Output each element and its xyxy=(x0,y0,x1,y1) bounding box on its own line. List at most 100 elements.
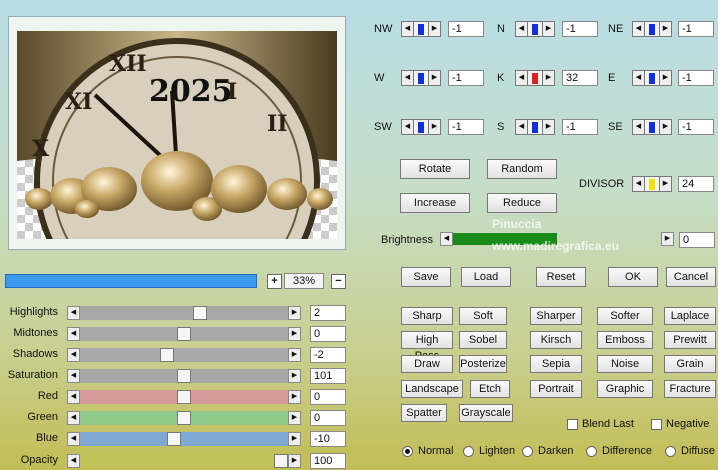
increment-arrow[interactable]: ▶ xyxy=(428,70,441,86)
slider-value-5[interactable]: 0 xyxy=(310,410,346,426)
preset-emboss-button[interactable]: Emboss xyxy=(597,331,653,349)
preset-noise-button[interactable]: Noise xyxy=(597,355,653,373)
slider-track-0[interactable]: ◀ ▶ xyxy=(67,306,301,320)
slider-thumb[interactable] xyxy=(177,411,191,425)
preset-sepia-button[interactable]: Sepia xyxy=(530,355,582,373)
slider-value-7[interactable]: 100 xyxy=(310,453,346,469)
matrix-value-k[interactable]: 32 xyxy=(562,70,598,86)
mode-lighten-radio[interactable] xyxy=(463,446,474,457)
slider-value-6[interactable]: -10 xyxy=(310,431,346,447)
slider-left-arrow[interactable]: ◀ xyxy=(67,327,80,341)
increment-arrow[interactable]: ▶ xyxy=(659,119,672,135)
slider-value-2[interactable]: -2 xyxy=(310,347,346,363)
decrement-arrow[interactable]: ◀ xyxy=(401,21,414,37)
slider-value-4[interactable]: 0 xyxy=(310,389,346,405)
slider-value-0[interactable]: 2 xyxy=(310,305,346,321)
slider-left-arrow[interactable]: ◀ xyxy=(67,454,80,468)
matrix-value-s[interactable]: -1 xyxy=(562,119,598,135)
increment-arrow[interactable]: ▶ xyxy=(542,70,555,86)
slider-value-1[interactable]: 0 xyxy=(310,326,346,342)
slider-right-arrow[interactable]: ▶ xyxy=(288,369,301,383)
increment-arrow[interactable]: ▶ xyxy=(428,119,441,135)
slider-left-arrow[interactable]: ◀ xyxy=(67,432,80,446)
brightness-value[interactable]: 0 xyxy=(679,232,715,248)
divisor-increment-arrow[interactable]: ▶ xyxy=(659,176,672,192)
matrix-spinner-n[interactable]: ◀ ▶ xyxy=(515,21,555,37)
preview-image[interactable]: XI XII I II X 2025 xyxy=(17,31,337,239)
decrement-arrow[interactable]: ◀ xyxy=(401,119,414,135)
slider-thumb[interactable] xyxy=(177,369,191,383)
preset-grayscale-button[interactable]: Grayscale xyxy=(459,404,513,422)
slider-thumb[interactable] xyxy=(177,390,191,404)
preset-soft-button[interactable]: Soft xyxy=(459,307,507,325)
slider-left-arrow[interactable]: ◀ xyxy=(67,348,80,362)
slider-left-arrow[interactable]: ◀ xyxy=(67,390,80,404)
divisor-spinner[interactable]: ◀ ▶ xyxy=(632,176,672,192)
matrix-spinner-se[interactable]: ◀ ▶ xyxy=(632,119,672,135)
slider-track-4[interactable]: ◀ ▶ xyxy=(67,390,301,404)
preset-etch-button[interactable]: Etch xyxy=(470,380,510,398)
brightness-right-arrow[interactable]: ▶ xyxy=(661,232,674,246)
preset-spatter-button[interactable]: Spatter xyxy=(401,404,447,422)
zoom-in-button[interactable]: + xyxy=(267,274,282,289)
slider-thumb[interactable] xyxy=(177,327,191,341)
preset-softer-button[interactable]: Softer xyxy=(597,307,653,325)
save-button[interactable]: Save xyxy=(401,267,451,287)
slider-value-3[interactable]: 101 xyxy=(310,368,346,384)
slider-left-arrow[interactable]: ◀ xyxy=(67,306,80,320)
matrix-spinner-k[interactable]: ◀ ▶ xyxy=(515,70,555,86)
increase-button[interactable]: Increase xyxy=(400,193,470,213)
slider-right-arrow[interactable]: ▶ xyxy=(288,327,301,341)
cancel-button[interactable]: Cancel xyxy=(666,267,716,287)
increment-arrow[interactable]: ▶ xyxy=(428,21,441,37)
slider-track-7[interactable]: ◀ ▶ xyxy=(67,454,301,468)
matrix-spinner-s[interactable]: ◀ ▶ xyxy=(515,119,555,135)
matrix-value-nw[interactable]: -1 xyxy=(448,21,484,37)
slider-right-arrow[interactable]: ▶ xyxy=(288,454,301,468)
matrix-value-e[interactable]: -1 xyxy=(678,70,714,86)
slider-track-2[interactable]: ◀ ▶ xyxy=(67,348,301,362)
mode-diffuse-radio[interactable] xyxy=(665,446,676,457)
mode-normal-radio[interactable] xyxy=(402,446,413,457)
slider-thumb[interactable] xyxy=(192,306,207,320)
increment-arrow[interactable]: ▶ xyxy=(659,70,672,86)
decrement-arrow[interactable]: ◀ xyxy=(632,119,645,135)
decrement-arrow[interactable]: ◀ xyxy=(515,119,528,135)
preset-grain-button[interactable]: Grain xyxy=(664,355,716,373)
decrement-arrow[interactable]: ◀ xyxy=(632,70,645,86)
slider-right-arrow[interactable]: ▶ xyxy=(288,348,301,362)
decrement-arrow[interactable]: ◀ xyxy=(401,70,414,86)
matrix-spinner-ne[interactable]: ◀ ▶ xyxy=(632,21,672,37)
rotate-button[interactable]: Rotate xyxy=(400,159,470,179)
preset-posterize-button[interactable]: Posterize xyxy=(459,355,507,373)
matrix-spinner-nw[interactable]: ◀ ▶ xyxy=(401,21,441,37)
mode-difference-radio[interactable] xyxy=(586,446,597,457)
matrix-value-sw[interactable]: -1 xyxy=(448,119,484,135)
slider-track-6[interactable]: ◀ ▶ xyxy=(67,432,301,446)
slider-left-arrow[interactable]: ◀ xyxy=(67,369,80,383)
matrix-value-w[interactable]: -1 xyxy=(448,70,484,86)
preset-kirsch-button[interactable]: Kirsch xyxy=(530,331,582,349)
divisor-decrement-arrow[interactable]: ◀ xyxy=(632,176,645,192)
matrix-spinner-w[interactable]: ◀ ▶ xyxy=(401,70,441,86)
increment-arrow[interactable]: ▶ xyxy=(659,21,672,37)
preset-draw-button[interactable]: Draw xyxy=(401,355,453,373)
preset-sobel-button[interactable]: Sobel xyxy=(459,331,507,349)
slider-thumb[interactable] xyxy=(167,432,182,446)
load-button[interactable]: Load xyxy=(461,267,511,287)
zoom-out-button[interactable]: − xyxy=(331,274,346,289)
slider-track-3[interactable]: ◀ ▶ xyxy=(67,369,301,383)
slider-track-5[interactable]: ◀ ▶ xyxy=(67,411,301,425)
preset-landscape-button[interactable]: Landscape xyxy=(401,380,463,398)
preset-fracture-button[interactable]: Fracture xyxy=(664,380,716,398)
blend-last-checkbox[interactable] xyxy=(567,419,578,430)
preset-portrait-button[interactable]: Portrait xyxy=(530,380,582,398)
reduce-button[interactable]: Reduce xyxy=(487,193,557,213)
increment-arrow[interactable]: ▶ xyxy=(542,119,555,135)
matrix-value-ne[interactable]: -1 xyxy=(678,21,714,37)
random-button[interactable]: Random xyxy=(487,159,557,179)
negative-checkbox[interactable] xyxy=(651,419,662,430)
slider-track-1[interactable]: ◀ ▶ xyxy=(67,327,301,341)
matrix-value-n[interactable]: -1 xyxy=(562,21,598,37)
slider-right-arrow[interactable]: ▶ xyxy=(288,306,301,320)
